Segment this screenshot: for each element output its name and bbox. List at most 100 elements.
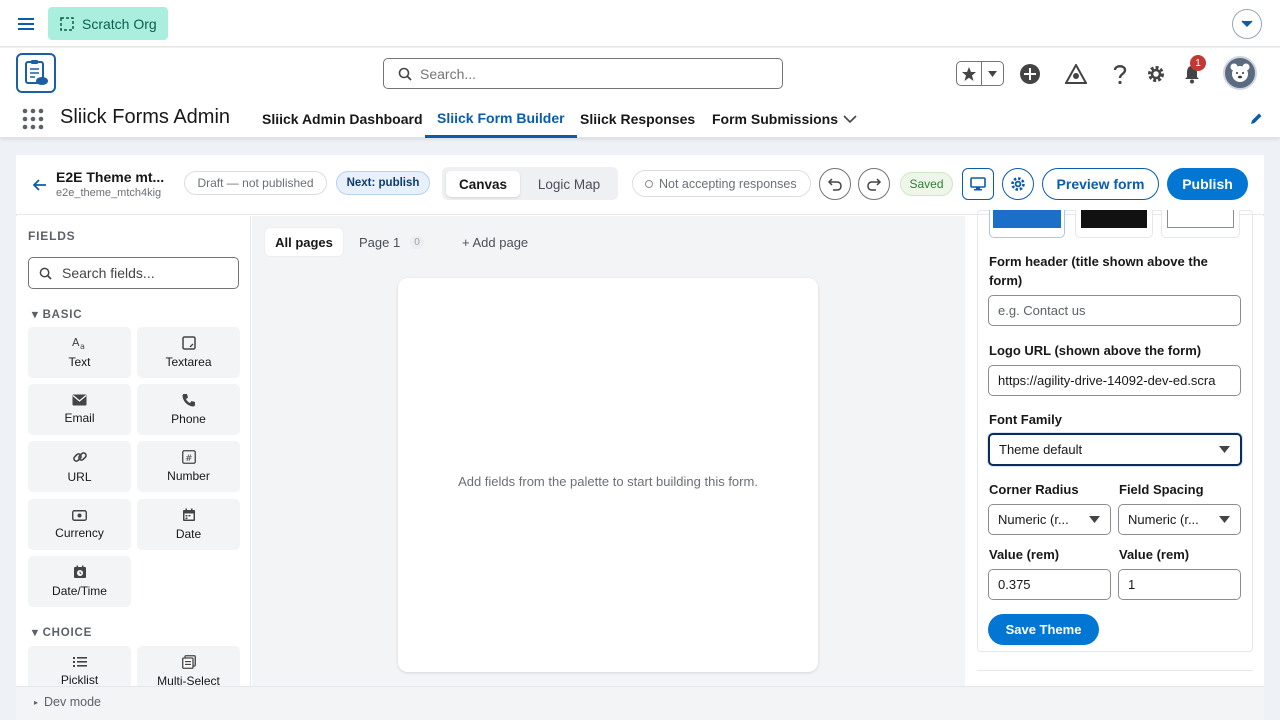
device-preview-button[interactable] [962, 168, 994, 200]
accepting-responses-toggle[interactable]: Not accepting responses [632, 170, 811, 197]
svg-text:#: # [185, 454, 193, 464]
favorites-chevron-icon[interactable] [982, 62, 1003, 85]
notification-count-badge: 1 [1190, 55, 1206, 71]
undo-icon [827, 178, 842, 191]
corner-radius-rem-input[interactable]: 0.375 [988, 569, 1111, 600]
field-spacing-value: Numeric (r... [1128, 512, 1199, 527]
global-search-box[interactable] [383, 58, 783, 89]
favorites-button-group[interactable] [956, 61, 1004, 86]
global-search-input[interactable] [420, 65, 750, 82]
theme-settings-button[interactable] [1002, 168, 1034, 200]
field-spacing-select[interactable]: Numeric (r... [1118, 504, 1241, 535]
field-spacing-rem-input[interactable]: 1 [1118, 569, 1241, 600]
next-step-pill: Next: publish [336, 171, 430, 195]
text-icon: Aa [72, 336, 85, 350]
page-tab-page-1[interactable]: Page 1 0 [359, 228, 424, 256]
corner-radius-value: Numeric (r... [998, 512, 1069, 527]
form-header-input[interactable]: e.g. Contact us [988, 295, 1241, 326]
global-add-icon[interactable] [1018, 62, 1042, 86]
list-icon [72, 657, 87, 667]
fields-heading: FIELDS [28, 229, 76, 243]
save-theme-button[interactable]: Save Theme [988, 614, 1099, 645]
logo-url-label: Logo URL (shown above the form) [989, 343, 1202, 358]
swatch-option-light[interactable] [1161, 210, 1240, 238]
dev-mode-toggle[interactable]: ▸ Dev mode [34, 695, 101, 709]
edit-nav-pencil-icon[interactable] [1247, 110, 1265, 128]
palette-item-text[interactable]: Aa Text [28, 327, 131, 378]
palette-item-number[interactable]: # Number [137, 441, 240, 492]
nav-tab-form-submissions[interactable]: Form Submissions [712, 100, 838, 138]
corner-radius-select[interactable]: Numeric (r... [988, 504, 1111, 535]
tab-canvas[interactable]: Canvas [446, 171, 520, 197]
corner-radius-label: Corner Radius [989, 482, 1079, 497]
font-family-label: Font Family [989, 412, 1062, 427]
palette-item-phone[interactable]: Phone [137, 384, 240, 435]
dev-mode-label: Dev mode [44, 695, 101, 709]
number-icon: # [181, 450, 196, 464]
nav-tab-form-builder[interactable]: Sliick Form Builder [425, 100, 577, 138]
caret-down-icon [1089, 516, 1100, 523]
page-tab-label: Page 1 [359, 234, 401, 250]
undo-button[interactable] [819, 168, 851, 200]
swatch-option-dark[interactable] [1075, 210, 1153, 238]
favorite-star-icon[interactable] [957, 62, 982, 85]
search-icon [398, 67, 412, 81]
caret-down-icon [1219, 516, 1230, 523]
palette-item-picklist[interactable]: Picklist [28, 646, 131, 686]
app-launcher-icon[interactable] [22, 108, 44, 130]
palette-item-multiselect[interactable]: Multi-Select [137, 646, 240, 686]
nav-tab-admin-dashboard[interactable]: Sliick Admin Dashboard [262, 100, 423, 138]
textarea-icon [181, 336, 196, 350]
form-title: E2E Theme mt... [56, 169, 165, 185]
user-avatar[interactable] [1223, 56, 1257, 90]
palette-item-url[interactable]: URL [28, 441, 131, 492]
palette-item-datetime[interactable]: Date/Time [28, 556, 131, 607]
hamburger-menu-icon[interactable] [14, 12, 38, 36]
trailhead-icon[interactable] [1064, 62, 1088, 86]
group-heading-basic: ▾ BASIC [32, 309, 83, 321]
font-family-select[interactable]: Theme default [988, 433, 1242, 466]
preview-form-button[interactable]: Preview form [1042, 168, 1159, 200]
gear-icon [1011, 177, 1025, 191]
swatch-option-brand[interactable] [989, 210, 1065, 238]
group-heading-choice: ▾ CHOICE [32, 627, 93, 639]
accepting-responses-label: Not accepting responses [659, 176, 797, 191]
nav-more-chevron-icon[interactable] [840, 110, 860, 128]
page-tab-all-pages[interactable]: All pages [265, 228, 343, 256]
org-badge[interactable]: Scratch Org [48, 7, 168, 40]
palette-item-date[interactable]: Date [137, 499, 240, 550]
logo-url-input[interactable]: https://agility-drive-14092-dev-ed.scra [988, 365, 1241, 396]
currency-icon [72, 509, 87, 521]
nav-tab-responses[interactable]: Sliick Responses [580, 100, 695, 138]
status-dot-icon [645, 179, 653, 188]
palette-item-email[interactable]: Email [28, 384, 131, 435]
page-field-count: 0 [410, 235, 424, 249]
field-spacing-label: Field Spacing [1119, 482, 1204, 497]
palette-item-textarea[interactable]: Textarea [137, 327, 240, 378]
palette-item-currency[interactable]: Currency [28, 499, 131, 550]
settings-gear-icon[interactable] [1144, 62, 1168, 86]
link-icon [72, 452, 87, 462]
help-icon[interactable] [1108, 62, 1132, 86]
field-search-placeholder: Search fields... [62, 265, 155, 281]
swatch-color [1167, 210, 1234, 228]
org-label: Scratch Org [82, 15, 157, 32]
swatch-color [1081, 210, 1147, 228]
swatch-color [993, 210, 1061, 228]
app-logo[interactable] [16, 53, 56, 93]
app-name: Sliick Forms Admin [60, 106, 231, 128]
field-search-box[interactable]: Search fields... [28, 257, 239, 289]
expand-caret-icon: ▸ [34, 697, 39, 707]
bear-avatar-icon [1230, 63, 1250, 82]
caret-down-icon [1219, 446, 1230, 453]
redo-button[interactable] [858, 168, 890, 200]
back-arrow-icon[interactable] [31, 176, 49, 194]
search-icon [39, 267, 52, 280]
add-page-button[interactable]: + Add page [462, 228, 528, 256]
phone-icon [182, 394, 195, 407]
font-family-value: Theme default [999, 442, 1083, 457]
org-dropdown-button[interactable] [1232, 9, 1262, 39]
tab-logic-map[interactable]: Logic Map [522, 171, 616, 197]
form-logo-icon [25, 60, 48, 85]
publish-button[interactable]: Publish [1167, 168, 1248, 200]
